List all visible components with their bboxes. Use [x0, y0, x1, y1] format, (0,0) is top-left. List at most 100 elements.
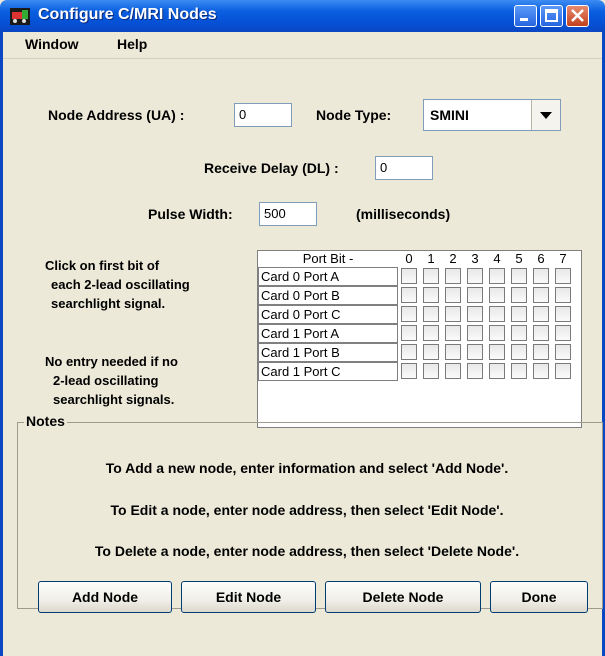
- close-icon: [571, 9, 584, 22]
- note-add: To Add a new node, enter information and…: [105, 460, 509, 476]
- bit-checkbox[interactable]: [489, 363, 505, 379]
- bit-checkbox[interactable]: [511, 325, 527, 341]
- menu-bar: Window Help: [3, 32, 602, 59]
- bit-checkbox[interactable]: [445, 363, 461, 379]
- bit-checkbox[interactable]: [533, 306, 549, 322]
- bit-checkbox[interactable]: [489, 344, 505, 360]
- bit-checkbox[interactable]: [467, 325, 483, 341]
- table-row-label: Card 0 Port B: [258, 286, 398, 305]
- bit-checkbox[interactable]: [555, 306, 571, 322]
- bit-checkbox[interactable]: [555, 363, 571, 379]
- bit-checkbox[interactable]: [489, 287, 505, 303]
- bit-checkbox[interactable]: [423, 306, 439, 322]
- bit-checkbox[interactable]: [555, 268, 571, 284]
- bit-checkbox[interactable]: [445, 325, 461, 341]
- bit-header: 0: [405, 251, 413, 266]
- bit-checkbox[interactable]: [467, 344, 483, 360]
- bit-checkbox[interactable]: [511, 268, 527, 284]
- bit-checkbox[interactable]: [423, 325, 439, 341]
- bit-checkbox[interactable]: [467, 268, 483, 284]
- bit-checkbox[interactable]: [489, 268, 505, 284]
- bit-checkbox[interactable]: [555, 287, 571, 303]
- bit-checkbox[interactable]: [489, 325, 505, 341]
- bit-checkbox[interactable]: [533, 363, 549, 379]
- add-node-button[interactable]: Add Node: [38, 581, 172, 613]
- node-type-value: SMINI: [430, 107, 469, 123]
- delete-node-button[interactable]: Delete Node: [325, 581, 481, 613]
- bit-checkbox[interactable]: [511, 287, 527, 303]
- note-edit: To Edit a node, enter node address, then…: [110, 502, 504, 518]
- instruction-line: searchlight signals.: [53, 392, 175, 407]
- menu-help[interactable]: Help: [117, 36, 147, 52]
- note-delete: To Delete a node, enter node address, th…: [94, 543, 520, 559]
- bit-checkbox[interactable]: [467, 287, 483, 303]
- bit-header: 5: [515, 251, 523, 266]
- title-bar: Configure C/MRI Nodes: [0, 0, 605, 32]
- train-app-icon: [10, 8, 30, 25]
- port-bit-header: Port Bit -: [302, 251, 354, 266]
- bit-checkbox[interactable]: [401, 363, 417, 379]
- bit-header: 7: [559, 251, 567, 266]
- window-title: Configure C/MRI Nodes: [38, 6, 217, 23]
- bit-header: 3: [471, 251, 479, 266]
- bit-header: 1: [427, 251, 435, 266]
- node-address-input[interactable]: 0: [234, 103, 292, 127]
- oscillating-bits-table: Port Bit - 0 1 2 3 4 5 6 7 Card 0 Port A Card 0 P…: [257, 250, 582, 428]
- bit-checkbox[interactable]: [401, 325, 417, 341]
- chevron-down-icon[interactable]: [531, 100, 560, 130]
- bit-checkbox[interactable]: [445, 344, 461, 360]
- bit-checkbox[interactable]: [489, 306, 505, 322]
- minimize-button[interactable]: [514, 5, 537, 27]
- bit-checkbox[interactable]: [401, 268, 417, 284]
- bit-checkbox[interactable]: [511, 344, 527, 360]
- pulse-width-input[interactable]: 500: [259, 202, 317, 226]
- menu-window[interactable]: Window: [25, 36, 79, 52]
- bit-checkbox[interactable]: [401, 344, 417, 360]
- table-row-label: Card 0 Port A: [258, 267, 398, 286]
- notes-title: Notes: [24, 413, 67, 429]
- node-type-label: Node Type:: [316, 107, 392, 123]
- bit-checkbox[interactable]: [445, 306, 461, 322]
- edit-node-button[interactable]: Edit Node: [181, 581, 316, 613]
- table-row-label: Card 1 Port A: [258, 324, 398, 343]
- bit-checkbox[interactable]: [445, 287, 461, 303]
- node-address-label: Node Address (UA) :: [48, 107, 185, 123]
- bit-checkbox[interactable]: [511, 306, 527, 322]
- node-type-select[interactable]: SMINI: [423, 99, 561, 131]
- close-button[interactable]: [566, 5, 589, 27]
- bit-checkbox[interactable]: [467, 363, 483, 379]
- table-row-label: Card 0 Port C: [258, 305, 398, 324]
- bit-checkbox[interactable]: [423, 363, 439, 379]
- bit-checkbox[interactable]: [533, 268, 549, 284]
- instruction-line: 2-lead oscillating: [53, 373, 159, 388]
- done-button[interactable]: Done: [490, 581, 588, 613]
- pulse-width-label: Pulse Width:: [148, 206, 233, 222]
- bit-checkbox[interactable]: [555, 325, 571, 341]
- bit-header: 2: [449, 251, 457, 266]
- receive-delay-input[interactable]: 0: [375, 156, 433, 180]
- instruction-line: searchlight signal.: [51, 296, 166, 311]
- bit-checkbox[interactable]: [401, 306, 417, 322]
- bit-checkbox[interactable]: [511, 363, 527, 379]
- bit-checkbox[interactable]: [445, 268, 461, 284]
- maximize-icon: [545, 9, 558, 22]
- instruction-line: No entry needed if no: [45, 354, 178, 369]
- instruction-block-2: No entry needed if no 2-lead oscillating…: [45, 352, 178, 409]
- bit-checkbox[interactable]: [401, 287, 417, 303]
- bit-checkbox[interactable]: [533, 344, 549, 360]
- receive-delay-label: Receive Delay (DL) :: [204, 160, 339, 176]
- table-row-label: Card 1 Port C: [258, 362, 398, 381]
- bit-checkbox[interactable]: [467, 306, 483, 322]
- bit-checkbox[interactable]: [423, 344, 439, 360]
- bit-checkbox[interactable]: [423, 268, 439, 284]
- bit-checkbox[interactable]: [423, 287, 439, 303]
- bit-checkbox[interactable]: [533, 287, 549, 303]
- maximize-button[interactable]: [540, 5, 563, 27]
- bit-checkbox[interactable]: [555, 344, 571, 360]
- bit-checkbox[interactable]: [533, 325, 549, 341]
- table-row-label: Card 1 Port B: [258, 343, 398, 362]
- instruction-block-1: Click on first bit of each 2-lead oscill…: [45, 256, 190, 313]
- instruction-line: Click on first bit of: [45, 258, 160, 273]
- bit-header: 6: [537, 251, 545, 266]
- minimize-icon: [520, 18, 528, 21]
